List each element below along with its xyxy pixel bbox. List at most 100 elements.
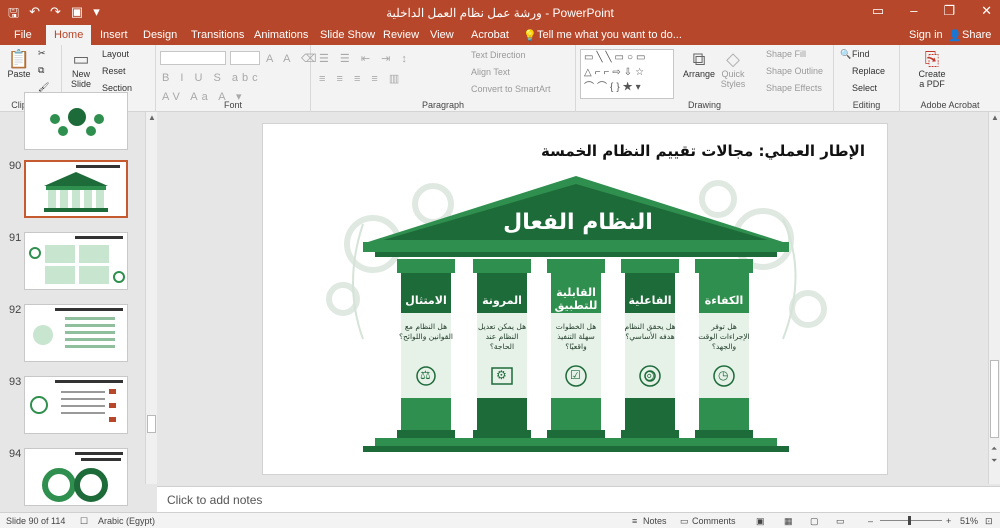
paste-icon: 📋 (7, 49, 31, 69)
pillar-title-compliance[interactable]: الامتثال (398, 294, 454, 307)
comments-toggle-button[interactable]: Comments (692, 516, 736, 526)
reading-view-icon[interactable]: ▢ (810, 516, 819, 527)
tab-slide-show[interactable]: Slide Show (320, 29, 375, 41)
find-button[interactable]: Find (852, 49, 870, 59)
pillar-question-flexibility[interactable]: هل يمكن تعديل النظام عند الحاجة؟ (474, 322, 530, 352)
pillar-question-efficiency[interactable]: هل توفر الإجراءات الوقت والجهد؟ (696, 322, 752, 352)
font-size-field[interactable] (230, 51, 260, 65)
scrollbar-thumb[interactable] (147, 415, 156, 433)
shape-fill-button[interactable]: Shape Fill (766, 49, 806, 59)
new-slide-button[interactable]: ▭ New Slide (68, 49, 94, 89)
align-text-button[interactable]: Align Text (471, 67, 510, 77)
minimize-icon[interactable]: – (910, 3, 917, 19)
shapes-gallery[interactable]: ▭╲╲▭○▭ △⌐⌐⇨⇩☆ ⌒⌒{}★▾ (580, 49, 674, 99)
text-direction-button[interactable]: Text Direction (471, 50, 526, 60)
slide-scrollbar[interactable]: ▲ ⏶ ⏷ (988, 112, 1000, 484)
ribbon-display-icon[interactable]: ▭ (872, 3, 884, 19)
tab-acrobat[interactable]: Acrobat (471, 29, 509, 41)
normal-view-icon[interactable]: ▣ (756, 516, 765, 527)
thumbnail-scrollbar[interactable]: ▲ (145, 112, 157, 484)
slide-thumbnail[interactable] (24, 232, 128, 290)
pillar-question-effectiveness[interactable]: هل يحقق النظام هدفه الأساسي؟ (622, 322, 678, 342)
previous-slide-icon[interactable]: ⏶ (991, 444, 997, 454)
slide-title[interactable]: الإطار العملي: مجالات تقييم النظام الخمس… (541, 142, 865, 160)
roof-title[interactable]: النظام الفعال (493, 210, 663, 235)
thumbnail-number: 93 (9, 376, 22, 388)
drawing-group: ▭╲╲▭○▭ △⌐⌐⇨⇩☆ ⌒⌒{}★▾ ⧉ Arrange ◇ Quick Sty… (576, 45, 834, 112)
slide-thumbnail[interactable] (24, 92, 128, 150)
window-controls: ▭ – ❐ ✕ (872, 3, 992, 19)
create-pdf-button[interactable]: ⎘ Create a PDF (918, 49, 946, 89)
fit-slide-icon[interactable]: ⊡ (985, 516, 993, 527)
convert-smartart-button[interactable]: Convert to SmartArt (471, 84, 551, 94)
thumbnail-graphic (30, 380, 123, 422)
slide-sorter-icon[interactable]: ▦ (784, 516, 793, 527)
next-slide-icon[interactable]: ⏷ (991, 456, 997, 466)
language-indicator[interactable]: Arabic (Egypt) (98, 516, 155, 526)
zoom-level[interactable]: 51% (960, 516, 978, 526)
pillar-title-applicability[interactable]: القابلية للتطبيق (548, 286, 604, 312)
pillar-question-compliance[interactable]: هل النظام مع القوانين واللوائح؟ (398, 322, 454, 342)
tab-animations[interactable]: Animations (254, 29, 308, 41)
scrollbar-thumb[interactable] (990, 360, 999, 438)
tab-transitions[interactable]: Transitions (191, 29, 244, 41)
slide-thumbnail-selected[interactable] (24, 160, 128, 218)
paragraph-label: Paragraph (421, 100, 465, 110)
acrobat-group: ⎘ Create a PDF Adobe Acrobat (900, 45, 1000, 112)
slideshow-view-icon[interactable]: ▭ (836, 516, 845, 527)
tab-file[interactable]: File (14, 29, 32, 41)
tab-review[interactable]: Review (383, 29, 419, 41)
copy-icon[interactable]: ⧉ (38, 65, 44, 76)
current-slide[interactable]: الإطار العملي: مجالات تقييم النظام الخمس… (262, 123, 888, 475)
close-icon[interactable]: ✕ (981, 3, 992, 19)
slide-thumbnail[interactable] (24, 304, 128, 362)
layout-button[interactable]: Layout (102, 49, 129, 59)
paste-button[interactable]: 📋 Paste (6, 49, 32, 79)
replace-button[interactable]: Replace (852, 66, 885, 76)
align-icons[interactable]: ≡ ≡ ≡ ≡ ▥ (319, 72, 403, 85)
pillar-question-applicability[interactable]: هل الخطوات سهلة التنفيذ واقعيًا؟ (548, 322, 604, 352)
select-button[interactable]: Select (852, 83, 877, 93)
zoom-out-icon[interactable]: – (868, 516, 873, 526)
font-name-field[interactable] (160, 51, 226, 65)
share-button[interactable]: Share (962, 29, 991, 41)
tab-home[interactable]: Home (46, 25, 92, 45)
new-slide-icon: ▭ (72, 49, 90, 69)
shape-outline-button[interactable]: Shape Outline (766, 66, 823, 76)
slide-thumbnail[interactable] (24, 376, 128, 434)
tab-insert[interactable]: Insert (100, 29, 128, 41)
list-icons[interactable]: ☰ ☰ ⇤ ⇥ ↕ (319, 52, 411, 65)
person-icon: 👤 (948, 30, 962, 42)
pillar-title-efficiency[interactable]: الكفاءة (696, 294, 752, 307)
notes-toggle-button[interactable]: Notes (643, 516, 667, 526)
pillar-title-flexibility[interactable]: المرونة (474, 294, 530, 307)
comments-icon: ▭ (680, 516, 689, 526)
sign-in-link[interactable]: Sign in (909, 29, 943, 41)
shape-effects-button[interactable]: Shape Effects (766, 83, 822, 93)
slide-thumbnail[interactable] (24, 448, 128, 506)
notes-placeholder[interactable]: Click to add notes (167, 493, 262, 507)
zoom-slider[interactable] (880, 516, 942, 525)
thumbnail-graphic (44, 165, 120, 212)
notes-pane[interactable]: Click to add notes (157, 486, 1000, 512)
slide-thumbnail-pane: 90 91 92 93 94 (0, 92, 145, 512)
arrange-button[interactable]: ⧉ Arrange (682, 49, 716, 79)
zoom-in-icon[interactable]: + (946, 516, 951, 526)
tab-design[interactable]: Design (143, 29, 177, 41)
quick-styles-button[interactable]: ◇ Quick Styles (718, 49, 748, 89)
tell-me-input[interactable]: Tell me what you want to do... (537, 29, 682, 41)
scroll-up-icon[interactable]: ▲ (148, 113, 156, 122)
spellcheck-icon[interactable]: ☐ (80, 516, 88, 527)
cut-icon[interactable]: ✂ (38, 48, 46, 59)
zoom-slider-knob[interactable] (908, 516, 911, 525)
restore-icon[interactable]: ❐ (943, 3, 955, 19)
ribbon: 📋 Paste ✂ ⧉ 🖌 Clipboard ▭ New Slide Layo… (0, 45, 1000, 112)
tab-view[interactable]: View (430, 29, 454, 41)
slide-editing-area: الإطار العملي: مجالات تقييم النظام الخمس… (157, 112, 988, 484)
find-icon: 🔍 (840, 49, 852, 59)
scroll-up-icon[interactable]: ▲ (991, 113, 999, 122)
drawing-label: Drawing (687, 100, 721, 110)
reset-button[interactable]: Reset (102, 66, 126, 76)
pillar-title-effectiveness[interactable]: الفاعلية (622, 294, 678, 307)
font-style-icons[interactable]: B I U S abc (162, 72, 262, 84)
